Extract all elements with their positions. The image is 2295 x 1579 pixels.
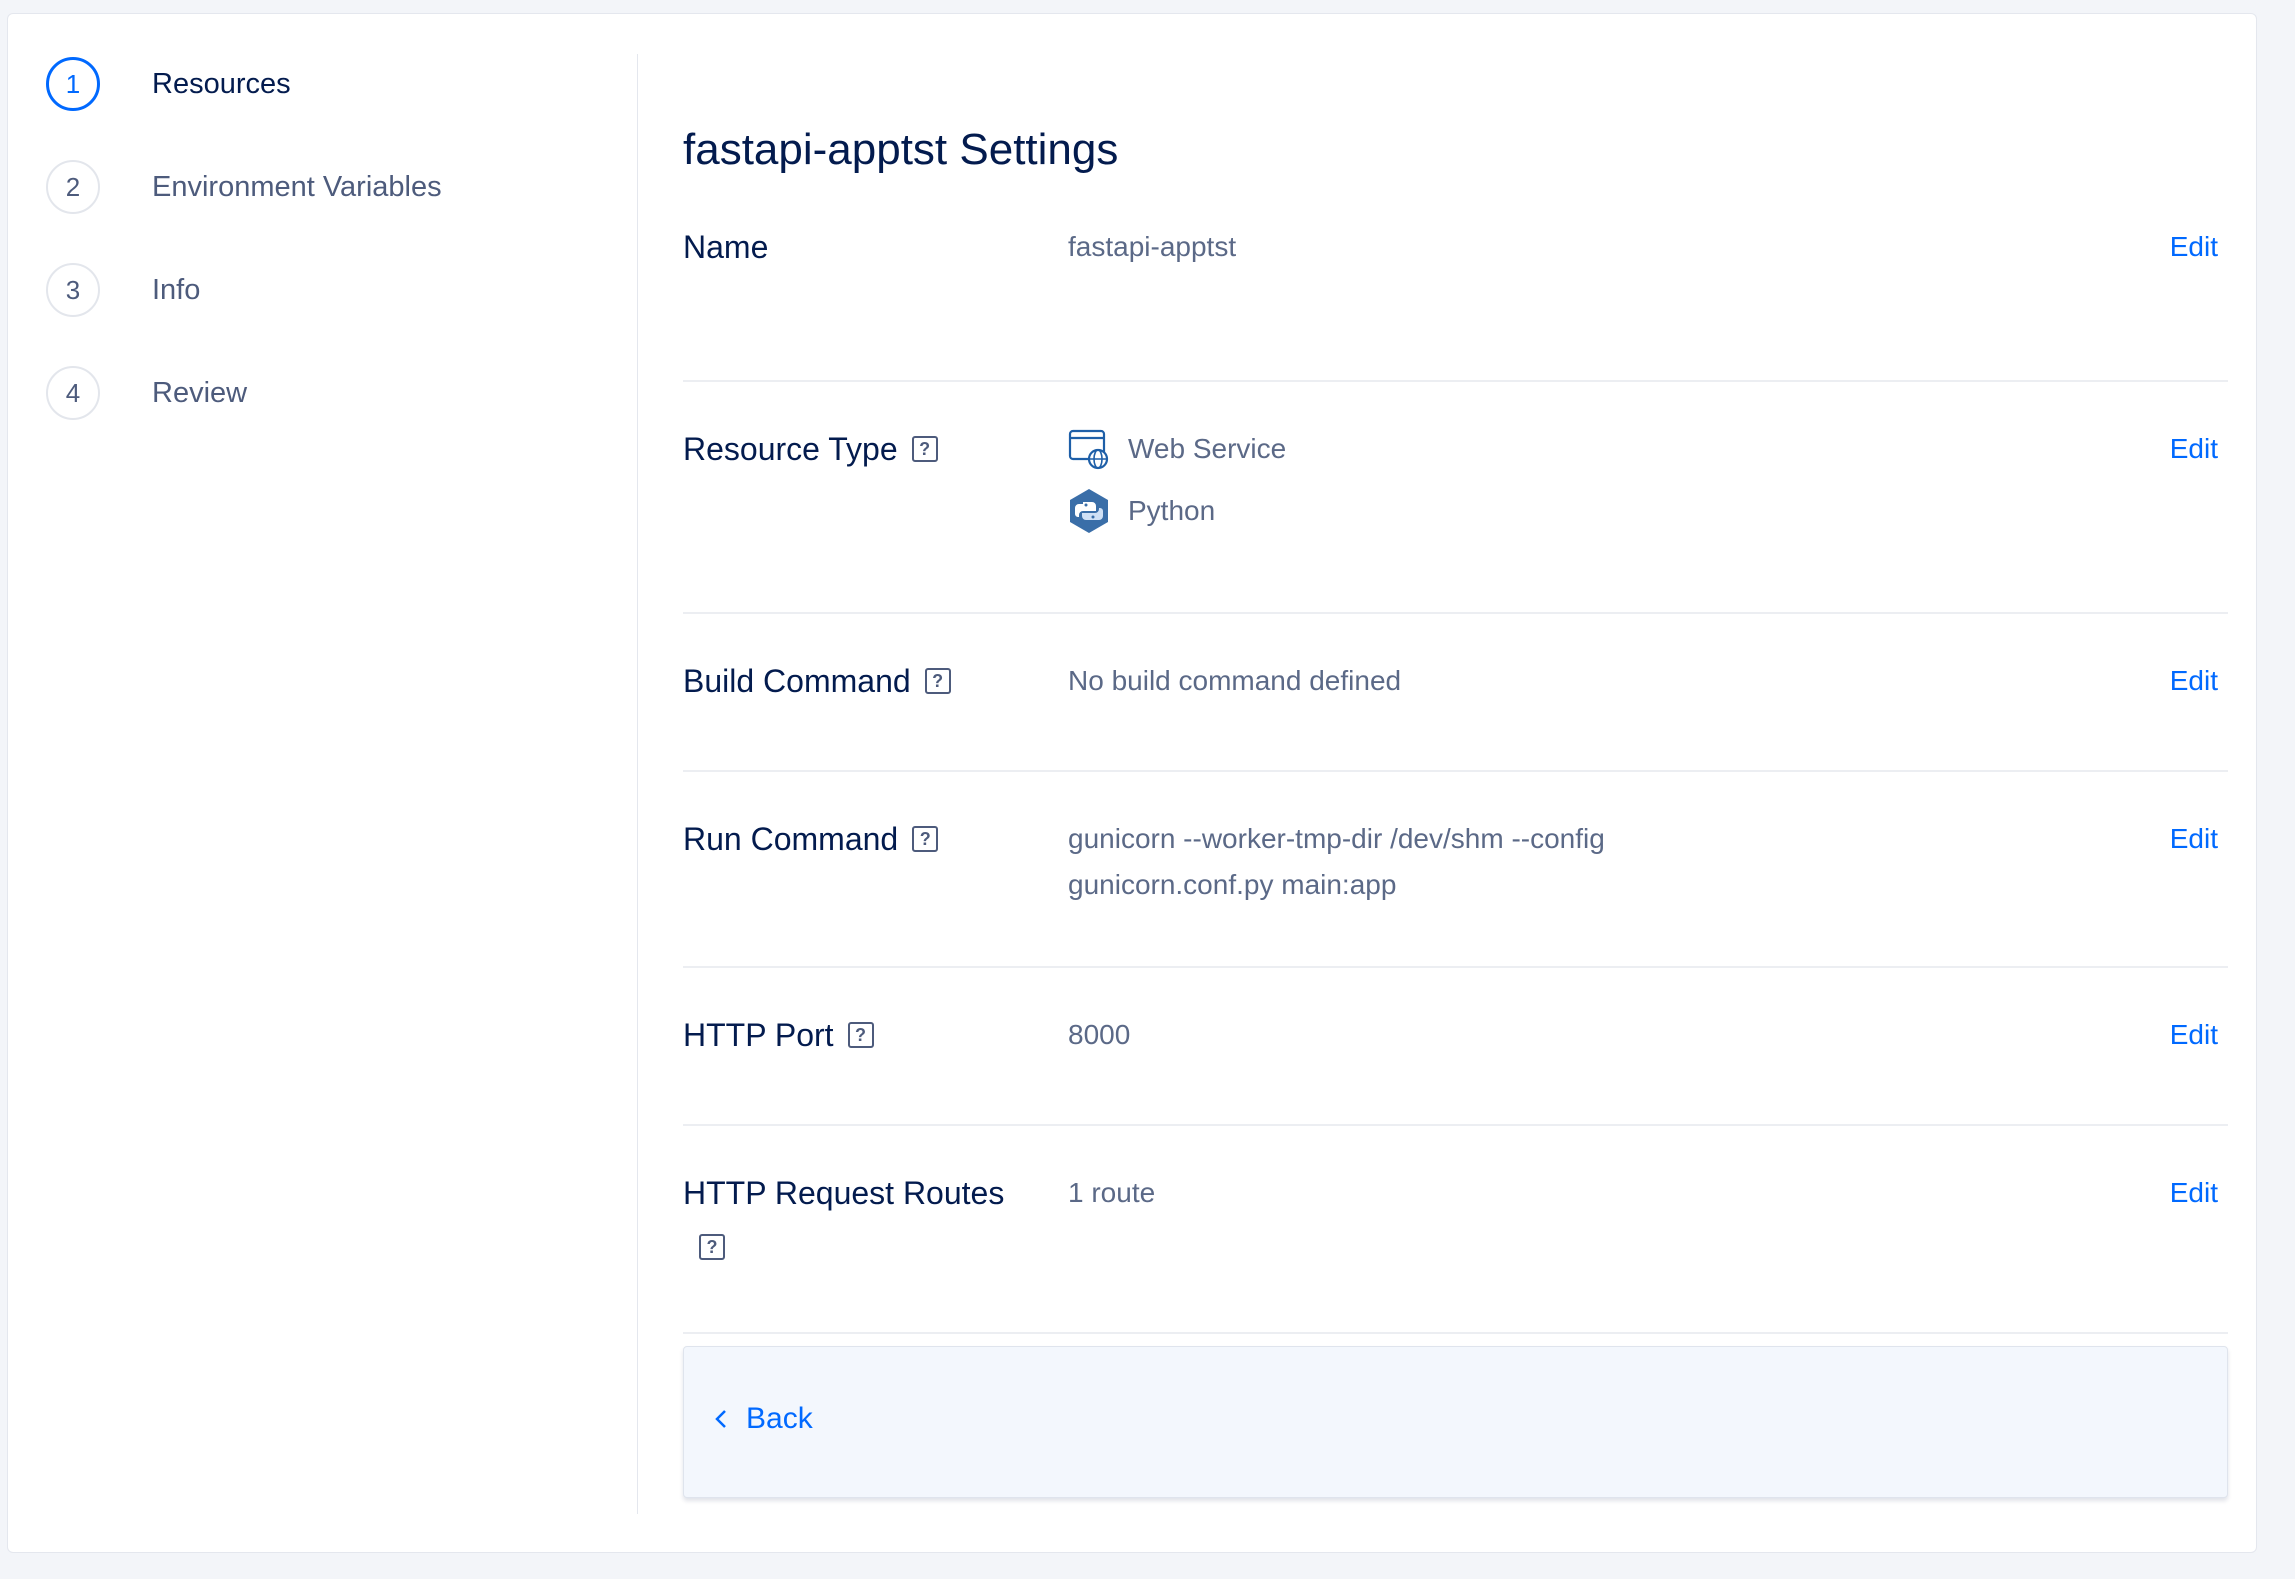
step-review[interactable]: 4 Review — [46, 363, 606, 423]
edit-resource-type-link[interactable]: Edit — [2170, 426, 2218, 472]
help-icon[interactable]: ? — [912, 825, 939, 852]
step-number: 1 — [46, 57, 100, 111]
step-label: Environment Variables — [152, 170, 442, 203]
row-label: Build Command? — [683, 658, 1043, 704]
help-icon[interactable]: ? — [911, 435, 938, 462]
run-command-value: gunicorn --worker-tmp-dir /dev/shm --con… — [1068, 816, 1818, 908]
edit-build-command-link[interactable]: Edit — [2170, 658, 2218, 704]
help-icon[interactable]: ? — [924, 667, 951, 694]
python-icon — [1070, 489, 1108, 533]
run-command-line-1: gunicorn --worker-tmp-dir /dev/shm --con… — [1068, 823, 1605, 854]
step-resources[interactable]: 1 Resources — [46, 54, 606, 114]
resource-type-value: Web Service Python — [1068, 418, 1818, 542]
step-label: Resources — [152, 67, 291, 100]
back-label: Back — [746, 1402, 813, 1435]
settings-card: 1 Resources 2 Environment Variables 3 In… — [7, 13, 2257, 1553]
row-label: Resource Type? — [683, 426, 1043, 472]
step-number: 4 — [46, 366, 100, 420]
wizard-stepper: 1 Resources 2 Environment Variables 3 In… — [46, 54, 606, 466]
row-label-text: HTTP Port — [683, 1017, 834, 1053]
setting-row-name: Name fastapi-apptst Edit — [683, 224, 2228, 382]
run-command-line-2: gunicorn.conf.py main:app — [1068, 869, 1397, 900]
page-title: fastapi-apptst Settings — [683, 125, 1119, 174]
step-info[interactable]: 3 Info — [46, 260, 606, 320]
setting-row-http-routes: HTTP Request Routes ? 1 route Edit — [683, 1126, 2228, 1334]
edit-http-port-link[interactable]: Edit — [2170, 1012, 2218, 1058]
row-label-text: HTTP Request Routes — [683, 1175, 1005, 1211]
step-number: 3 — [46, 263, 100, 317]
back-button[interactable]: Back — [714, 1402, 813, 1436]
python-line: Python — [1068, 480, 1818, 542]
resource-type-label: Web Service — [1128, 433, 1287, 464]
edit-run-command-link[interactable]: Edit — [2170, 816, 2218, 862]
row-label: Name — [683, 224, 1043, 270]
edit-name-link[interactable]: Edit — [2170, 224, 2218, 270]
http-port-value: 8000 — [1068, 1019, 1131, 1050]
http-routes-value: 1 route — [1068, 1177, 1156, 1208]
build-command-value: No build command defined — [1068, 665, 1402, 696]
row-label-text: Resource Type — [683, 431, 898, 467]
row-label-text: Name — [683, 229, 769, 265]
help-icon-wrap: ? — [683, 1224, 1053, 1270]
row-label-text: Run Command — [683, 821, 899, 857]
setting-row-resource-type: Resource Type? Web Service Python Edit — [683, 382, 2228, 614]
step-number: 2 — [46, 160, 100, 214]
name-value: fastapi-apptst — [1068, 231, 1237, 262]
settings-panel: fastapi-apptst Settings Name fastapi-app… — [683, 74, 2228, 1334]
web-service-icon — [1068, 429, 1109, 470]
row-label: HTTP Request Routes ? — [683, 1170, 1053, 1270]
chevron-left-icon — [715, 1410, 726, 1428]
help-icon[interactable]: ? — [699, 1233, 725, 1260]
vertical-divider — [637, 54, 638, 1514]
help-icon[interactable]: ? — [847, 1021, 874, 1048]
step-environment-variables[interactable]: 2 Environment Variables — [46, 157, 606, 217]
edit-http-routes-link[interactable]: Edit — [2170, 1170, 2218, 1216]
row-label: HTTP Port? — [683, 1012, 1043, 1058]
web-service-line: Web Service — [1068, 418, 1818, 480]
runtime-label: Python — [1128, 495, 1216, 526]
setting-row-build-command: Build Command? No build command defined … — [683, 614, 2228, 772]
step-label: Info — [152, 273, 201, 306]
setting-row-http-port: HTTP Port? 8000 Edit — [683, 968, 2228, 1126]
row-label-text: Build Command — [683, 663, 911, 699]
setting-row-run-command: Run Command? gunicorn --worker-tmp-dir /… — [683, 772, 2228, 968]
row-label: Run Command? — [683, 816, 1043, 862]
step-label: Review — [152, 376, 248, 409]
footer-bar: Back — [683, 1346, 2228, 1498]
